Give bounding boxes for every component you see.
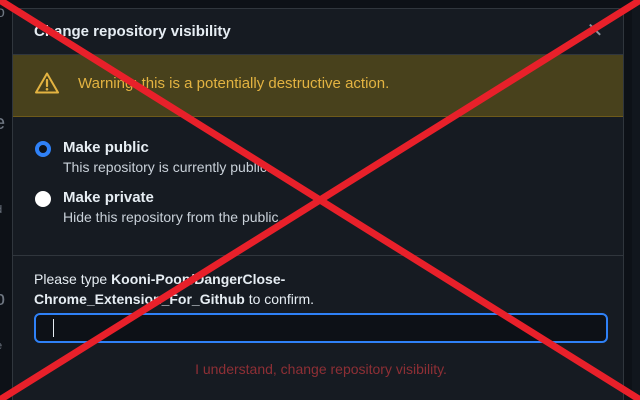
warning-text: Warning: this is a potentially destructi…	[78, 75, 390, 92]
background-text-fragment: e	[0, 112, 5, 135]
background-text-fragment: o	[0, 4, 5, 21]
divider	[13, 255, 623, 256]
option-label-make-public: Make public	[63, 139, 149, 156]
background-right-strip	[632, 0, 640, 400]
close-icon[interactable]: ✕	[583, 19, 607, 43]
dialog-title: Change repository visibility	[34, 23, 231, 40]
confirm-visibility-change-button[interactable]: I understand, change repository visibili…	[34, 351, 608, 385]
text-caret	[53, 319, 54, 337]
visibility-dialog: Change repository visibility ✕ Warning: …	[12, 8, 624, 400]
confirm-instructions: Please type Kooni-Poop/DangerClose-Chrom…	[34, 269, 414, 309]
radio-make-public[interactable]	[35, 141, 51, 157]
warning-banner: Warning: this is a potentially destructi…	[13, 55, 623, 117]
confirm-prefix: Please type	[34, 271, 112, 287]
screen: o e d b e Change repository visibility ✕…	[0, 0, 640, 400]
option-description-make-public: This repository is currently public.	[63, 159, 271, 175]
background-text-fragment: b	[0, 288, 5, 311]
background-text-fragment: e	[0, 340, 2, 352]
warning-triangle-icon	[35, 72, 59, 94]
background-text-fragment: d	[0, 204, 2, 216]
radio-make-private[interactable]	[35, 191, 51, 207]
option-label-make-private: Make private	[63, 189, 154, 206]
confirm-repository-input[interactable]	[34, 313, 608, 343]
dialog-header: Change repository visibility ✕	[13, 9, 623, 55]
option-description-make-private: Hide this repository from the public.	[63, 209, 283, 225]
confirm-suffix: to confirm.	[244, 291, 315, 307]
